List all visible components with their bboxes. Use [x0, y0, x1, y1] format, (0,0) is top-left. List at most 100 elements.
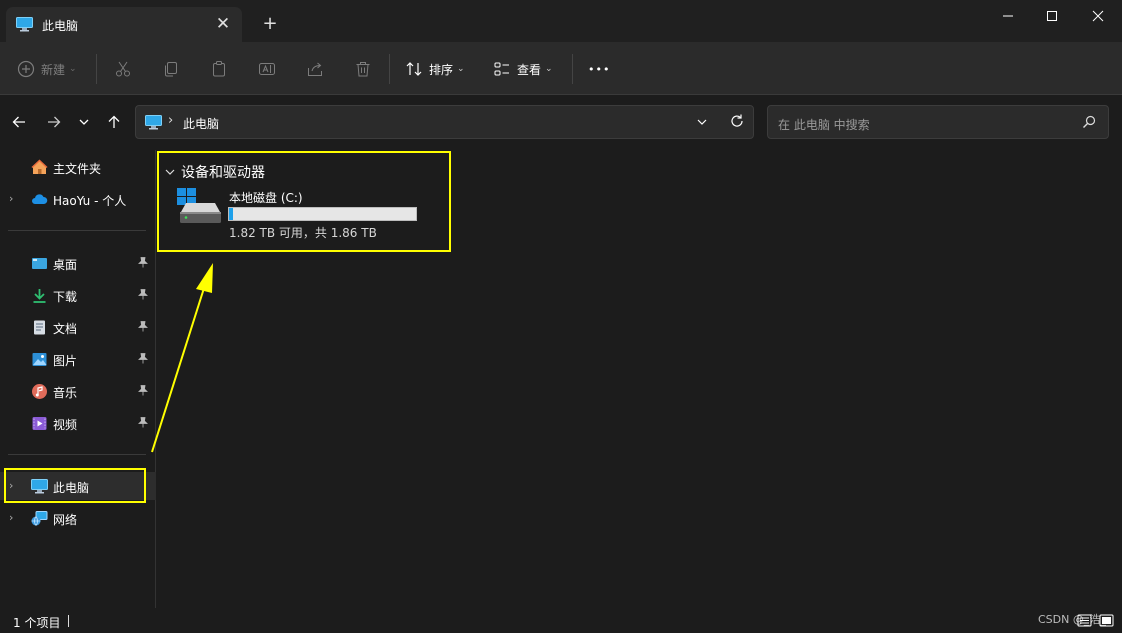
sidebar-item-label: 主文件夹 — [53, 162, 102, 176]
watermark-text: CSDN @_浩_ — [1038, 613, 1106, 626]
sidebar-item-desktop[interactable]: 桌面 — [0, 249, 156, 277]
new-button-label: 新建 — [41, 62, 66, 77]
address-history-button[interactable] — [695, 115, 709, 132]
up-button[interactable] — [103, 111, 125, 133]
close-window-button[interactable] — [1075, 4, 1121, 28]
toolbar-divider — [389, 54, 390, 84]
sidebar-item-label: HaoYu - 个人 — [53, 194, 127, 208]
chevron-down-icon — [165, 169, 175, 175]
refresh-button[interactable] — [729, 113, 745, 132]
arrow-left-icon — [12, 116, 25, 128]
maximize-icon — [1047, 11, 1057, 21]
sidebar-item-pictures[interactable]: 图片 — [0, 345, 156, 373]
more-options-button[interactable]: ••• — [588, 56, 610, 82]
details-view-button[interactable] — [1077, 613, 1092, 628]
tab-this-pc[interactable]: 此电脑 ✕ — [6, 7, 242, 42]
minimize-button[interactable] — [985, 4, 1031, 28]
sidebar-item-this-pc[interactable]: › 此电脑 — [0, 472, 156, 500]
pin-icon[interactable] — [138, 385, 148, 399]
toolbar-divider — [96, 54, 97, 84]
music-icon — [31, 383, 48, 400]
sidebar-item-label: 网络 — [53, 513, 78, 527]
sidebar-item-videos[interactable]: 视频 — [0, 409, 156, 437]
pin-icon[interactable] — [138, 417, 148, 431]
view-button-label: 查看 — [517, 62, 542, 77]
view-icon — [494, 62, 509, 76]
arrow-right-icon — [48, 116, 61, 128]
sidebar-item-downloads[interactable]: 下载 — [0, 281, 156, 309]
back-button[interactable] — [8, 111, 30, 133]
search-input[interactable]: 在 此电脑 中搜索 — [778, 116, 870, 133]
sidebar-item-label: 视频 — [53, 418, 78, 432]
this-pc-icon — [145, 115, 162, 133]
share-button[interactable] — [306, 56, 324, 82]
search-box[interactable]: 在 此电脑 中搜索 — [767, 105, 1109, 139]
drive-name: 本地磁盘 (C:) — [229, 191, 303, 205]
pin-icon[interactable] — [138, 289, 148, 303]
new-button[interactable]: 新建 ⌄ — [17, 56, 77, 82]
navigation-pane: 主文件夹 › HaoYu - 个人 桌面 下载 文档 图片 音乐 视频 › 此电… — [0, 150, 156, 608]
chevron-down-icon: ⌄ — [545, 64, 553, 74]
drive-usage-bar — [228, 207, 417, 221]
details-view-icon — [1077, 614, 1092, 627]
sort-button[interactable]: 排序 ⌄ — [405, 56, 465, 82]
network-icon — [31, 510, 48, 527]
toolbar-divider — [572, 54, 573, 84]
trash-icon — [356, 62, 370, 77]
video-icon — [31, 415, 48, 432]
paste-button[interactable] — [210, 56, 228, 82]
new-tab-button[interactable]: + — [258, 12, 282, 36]
rename-button[interactable] — [258, 56, 276, 82]
plus-circle-icon — [17, 60, 35, 78]
drive-item-c[interactable]: 本地磁盘 (C:) 1.82 TB 可用，共 1.86 TB — [177, 186, 427, 248]
breadcrumb-this-pc[interactable]: 此电脑 — [183, 115, 219, 132]
search-icon — [1082, 115, 1096, 132]
pin-icon[interactable] — [138, 321, 148, 335]
sidebar-item-label: 桌面 — [53, 258, 78, 272]
sort-icon — [406, 62, 422, 76]
group-header-label: 设备和驱动器 — [181, 165, 265, 181]
maximize-button[interactable] — [1029, 4, 1075, 28]
pin-icon[interactable] — [138, 257, 148, 271]
tab-label: 此电脑 — [42, 19, 79, 33]
forward-button[interactable] — [43, 111, 65, 133]
item-count: 1 个项目 — [13, 616, 61, 630]
refresh-icon — [731, 114, 743, 127]
chevron-down-icon: ⌄ — [69, 64, 77, 74]
tiles-view-button[interactable] — [1099, 613, 1114, 628]
pictures-icon — [31, 351, 48, 368]
copy-icon — [165, 62, 177, 77]
this-pc-icon — [31, 478, 48, 495]
sidebar-item-music[interactable]: 音乐 — [0, 377, 156, 405]
cut-button[interactable] — [114, 56, 132, 82]
address-bar[interactable]: › 此电脑 — [135, 105, 754, 139]
sidebar-item-onedrive[interactable]: › HaoYu - 个人 — [0, 185, 156, 213]
tiles-view-icon — [1099, 614, 1114, 627]
status-bar: 1 个项目 CSDN @_浩_ — [0, 608, 1122, 633]
sidebar-item-home[interactable]: 主文件夹 — [0, 153, 156, 181]
group-header-devices[interactable]: 设备和驱动器 — [164, 162, 265, 182]
rename-icon — [259, 63, 275, 75]
sidebar-item-network[interactable]: › 网络 — [0, 504, 156, 532]
sidebar-item-label: 下载 — [53, 290, 78, 304]
copy-button[interactable] — [162, 56, 180, 82]
recent-locations-button[interactable] — [73, 111, 95, 133]
arrow-up-icon — [108, 115, 120, 128]
view-button[interactable]: 查看 ⌄ — [493, 56, 553, 82]
chevron-right-icon[interactable]: › — [9, 511, 13, 524]
delete-button[interactable] — [354, 56, 372, 82]
sidebar-item-label: 音乐 — [53, 386, 78, 400]
chevron-right-icon[interactable]: › — [9, 479, 13, 492]
desktop-icon — [31, 255, 48, 272]
sidebar-divider — [8, 454, 146, 455]
close-tab-icon[interactable]: ✕ — [212, 13, 234, 35]
onedrive-cloud-icon — [31, 191, 48, 208]
pin-icon[interactable] — [138, 353, 148, 367]
chevron-right-icon[interactable]: › — [9, 192, 13, 205]
download-icon — [31, 287, 48, 304]
chevron-down-icon — [79, 119, 89, 125]
sidebar-divider — [8, 230, 146, 231]
drive-capacity-text: 1.82 TB 可用，共 1.86 TB — [229, 226, 377, 240]
sidebar-item-documents[interactable]: 文档 — [0, 313, 156, 341]
status-divider — [68, 615, 69, 627]
